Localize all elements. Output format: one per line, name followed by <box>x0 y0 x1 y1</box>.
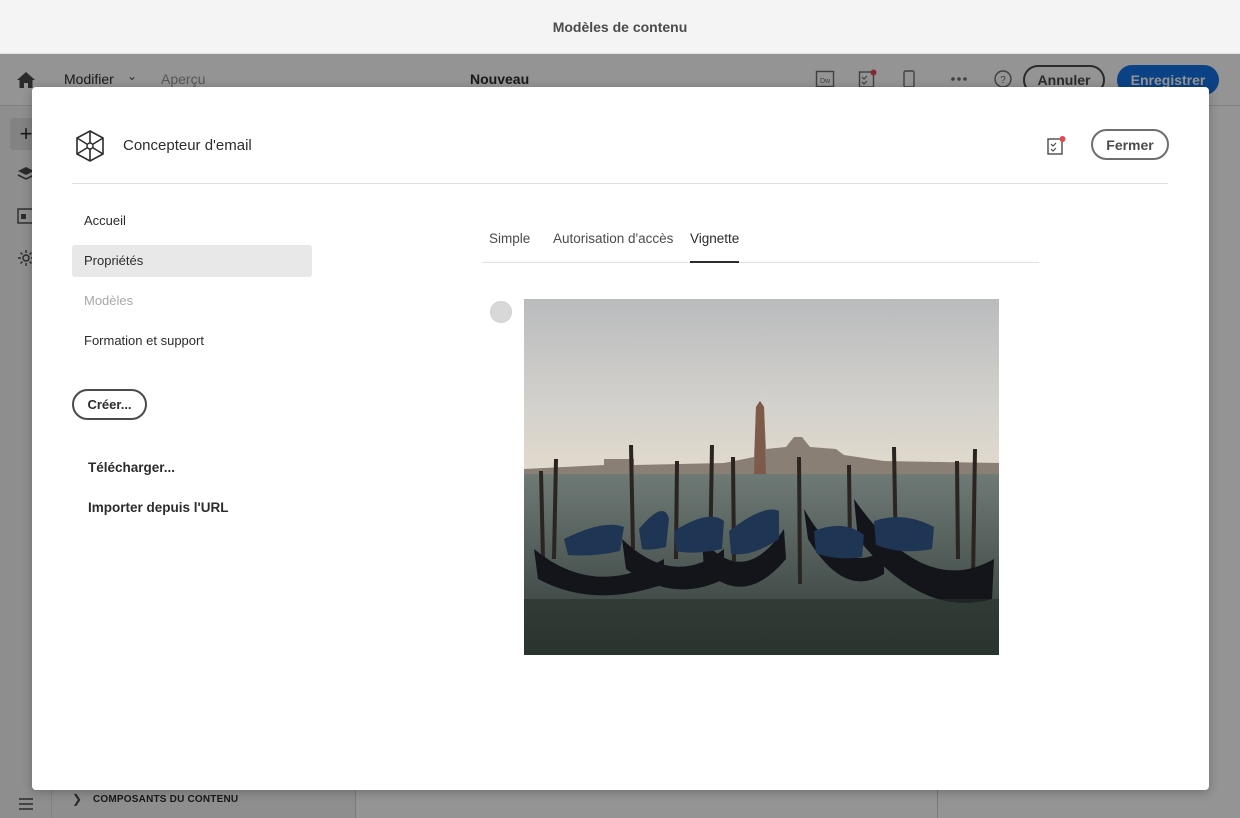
tab-thumbnail[interactable]: Vignette <box>690 231 740 263</box>
thumbnail-radio[interactable] <box>490 301 512 323</box>
properties-tabs: Simple Autorisation d'accès Vignette <box>482 221 1039 263</box>
close-button[interactable]: Fermer <box>1091 129 1169 160</box>
window-title: Modèles de contenu <box>0 0 1240 54</box>
upload-link[interactable]: Télécharger... <box>88 460 175 475</box>
email-designer-dialog: Concepteur d'email Fermer Accueil Propri… <box>32 87 1209 790</box>
dialog-nav: Accueil Propriétés Modèles Formation et … <box>72 205 312 365</box>
nav-item-proprietes[interactable]: Propriétés <box>72 245 312 277</box>
nav-item-modeles: Modèles <box>84 293 134 308</box>
tab-simple[interactable]: Simple <box>489 231 530 263</box>
import-url-link[interactable]: Importer depuis l'URL <box>88 500 228 515</box>
thumbnail-image[interactable] <box>524 299 999 655</box>
nav-item-formation[interactable]: Formation et support <box>72 325 312 357</box>
dialog-title: Concepteur d'email <box>123 137 252 154</box>
email-designer-logo <box>76 130 104 162</box>
nav-item-accueil[interactable]: Accueil <box>72 205 312 237</box>
tab-access[interactable]: Autorisation d'accès <box>553 231 673 263</box>
create-button[interactable]: Créer... <box>72 389 147 420</box>
dialog-header: Concepteur d'email Fermer <box>72 127 1169 184</box>
checklist-icon[interactable] <box>1045 135 1067 157</box>
